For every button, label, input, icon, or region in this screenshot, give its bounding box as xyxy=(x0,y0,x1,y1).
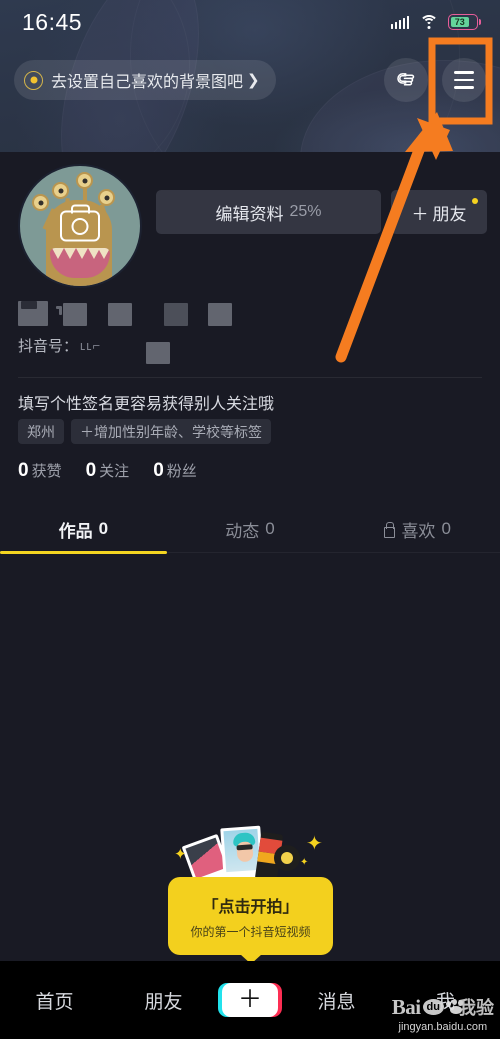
profile-stats: 0 获赞 0 关注 0 粉丝 xyxy=(18,460,197,482)
plus-icon: ＋ xyxy=(238,986,262,1013)
baidu-jingyan-watermark: Bai du 我验 jingyan.baidu.com xyxy=(392,994,494,1034)
set-background-label: 去设置自己喜欢的背景图吧 xyxy=(51,74,244,91)
douyin-id-masked xyxy=(146,342,170,364)
pointing-hand-icon xyxy=(397,73,415,86)
tab-likes-label: 喜欢 xyxy=(401,521,436,541)
tab-dynamics-label: 动态 xyxy=(225,521,260,541)
status-bar: 16:45 73 xyxy=(0,0,500,44)
tab-works-label: 作品 xyxy=(58,521,93,541)
stat-following[interactable]: 0 关注 xyxy=(86,460,130,482)
tooltip-illustration: ✦ ✦ ✦ xyxy=(174,823,323,889)
sparkle-icon: ✦ xyxy=(306,833,323,855)
avatar[interactable] xyxy=(18,164,142,288)
tooltip-subtitle: 你的第一个抖音短视频 xyxy=(190,924,311,939)
wifi-icon xyxy=(419,14,438,30)
watermark-url: jingyan.baidu.com xyxy=(398,1021,488,1033)
avatar-decor xyxy=(32,194,49,211)
battery-percent-label: 73 xyxy=(454,16,465,27)
stat-following-label: 关注 xyxy=(99,463,130,480)
avatar-decor xyxy=(52,182,69,199)
watermark-logo: Bai du 我验 xyxy=(392,994,494,1020)
stat-likes-count: 0 xyxy=(18,460,29,481)
tooltip-title: 「点击开拍」 xyxy=(202,898,299,916)
hamburger-menu-button[interactable] xyxy=(442,58,486,102)
hamburger-menu-icon xyxy=(454,71,474,89)
battery-icon: 73 xyxy=(448,14,481,30)
stat-followers-label: 粉丝 xyxy=(166,463,197,480)
paw-icon xyxy=(446,999,468,1015)
camera-icon xyxy=(60,204,100,242)
phone-screen: 16:45 73 去设置自己喜欢的背景图吧 ❯ 编辑资料 25% ＋ 朋友 抖音… xyxy=(0,0,500,1039)
profile-tags: 郑州 ＋增加性别年龄、学校等标签 xyxy=(18,419,271,444)
edit-profile-label: 编辑资料 xyxy=(215,204,284,224)
plus-icon: ＋ xyxy=(411,204,429,224)
tab-likes[interactable]: 喜欢 0 xyxy=(333,505,500,553)
stat-following-count: 0 xyxy=(85,460,97,481)
nav-item-messages[interactable]: 消息 xyxy=(282,987,391,1014)
watermark-brand: Bai xyxy=(391,994,421,1019)
tab-dynamics[interactable]: 动态 0 xyxy=(167,505,334,553)
header-icons xyxy=(384,58,486,102)
background-dot-icon xyxy=(24,70,43,90)
add-friend-button[interactable]: ＋ 朋友 xyxy=(391,190,487,234)
edit-profile-button[interactable]: 编辑资料 25% xyxy=(156,190,381,234)
content-tabs: 作品 0 动态 0 喜欢 0 xyxy=(0,505,500,553)
profile-action-row: 编辑资料 25% ＋ 朋友 xyxy=(156,190,487,234)
douyin-id-label: 抖音号： xyxy=(18,338,79,355)
username-masked xyxy=(18,298,338,326)
add-friend-label: 朋友 xyxy=(432,204,467,224)
status-icons: 73 xyxy=(390,14,481,30)
sparkle-icon: ✦ xyxy=(300,857,309,868)
tag-location[interactable]: 郑州 xyxy=(18,419,64,444)
tab-active-indicator xyxy=(0,551,167,554)
watermark-brand-suffix: du xyxy=(422,999,444,1015)
bio-placeholder[interactable]: 填写个性签名更容易获得别人关注哦 xyxy=(18,390,274,414)
nav-create-wrap: ＋ xyxy=(218,983,282,1017)
nav-item-home[interactable]: 首页 xyxy=(0,987,109,1014)
avatar-decor xyxy=(98,189,115,206)
stat-followers-count: 0 xyxy=(153,460,164,481)
create-video-button[interactable]: ＋ xyxy=(218,983,282,1017)
header-row: 去设置自己喜欢的背景图吧 ❯ xyxy=(0,52,500,108)
status-clock: 16:45 xyxy=(22,8,83,35)
annotation-arrow-shaft xyxy=(335,131,430,363)
douyin-id-row[interactable]: 抖音号： ʟʟ⌐ xyxy=(18,335,101,356)
profile-divider xyxy=(18,377,482,378)
tag-add-attributes[interactable]: ＋增加性别年龄、学校等标签 xyxy=(71,419,271,444)
sparkle-icon: ✦ xyxy=(174,846,187,863)
tab-dynamics-count: 0 xyxy=(265,519,275,538)
tab-works-count: 0 xyxy=(98,519,109,538)
chevron-right-icon: ❯ xyxy=(247,72,260,89)
tab-likes-count: 0 xyxy=(441,519,451,538)
avatar-decor xyxy=(76,172,93,189)
douyin-id-value: ʟʟ⌐ xyxy=(80,338,102,353)
nav-item-friends[interactable]: 朋友 xyxy=(109,987,218,1014)
tooltip-bubble[interactable]: 「点击开拍」 你的第一个抖音短视频 xyxy=(168,877,333,955)
tab-works[interactable]: 作品 0 xyxy=(0,505,167,553)
set-background-banner-button[interactable]: 去设置自己喜欢的背景图吧 ❯ xyxy=(14,60,276,100)
notification-dot-badge xyxy=(472,198,478,204)
stat-followers[interactable]: 0 粉丝 xyxy=(153,460,197,482)
edit-profile-percent: 25% xyxy=(289,203,322,220)
lock-icon xyxy=(382,521,396,538)
stat-likes[interactable]: 0 获赞 xyxy=(18,460,62,482)
signal-icon xyxy=(390,15,409,29)
stat-likes-label: 获赞 xyxy=(31,463,62,480)
camera-lens-icon xyxy=(274,845,300,871)
pointing-hand-button[interactable] xyxy=(384,58,428,102)
